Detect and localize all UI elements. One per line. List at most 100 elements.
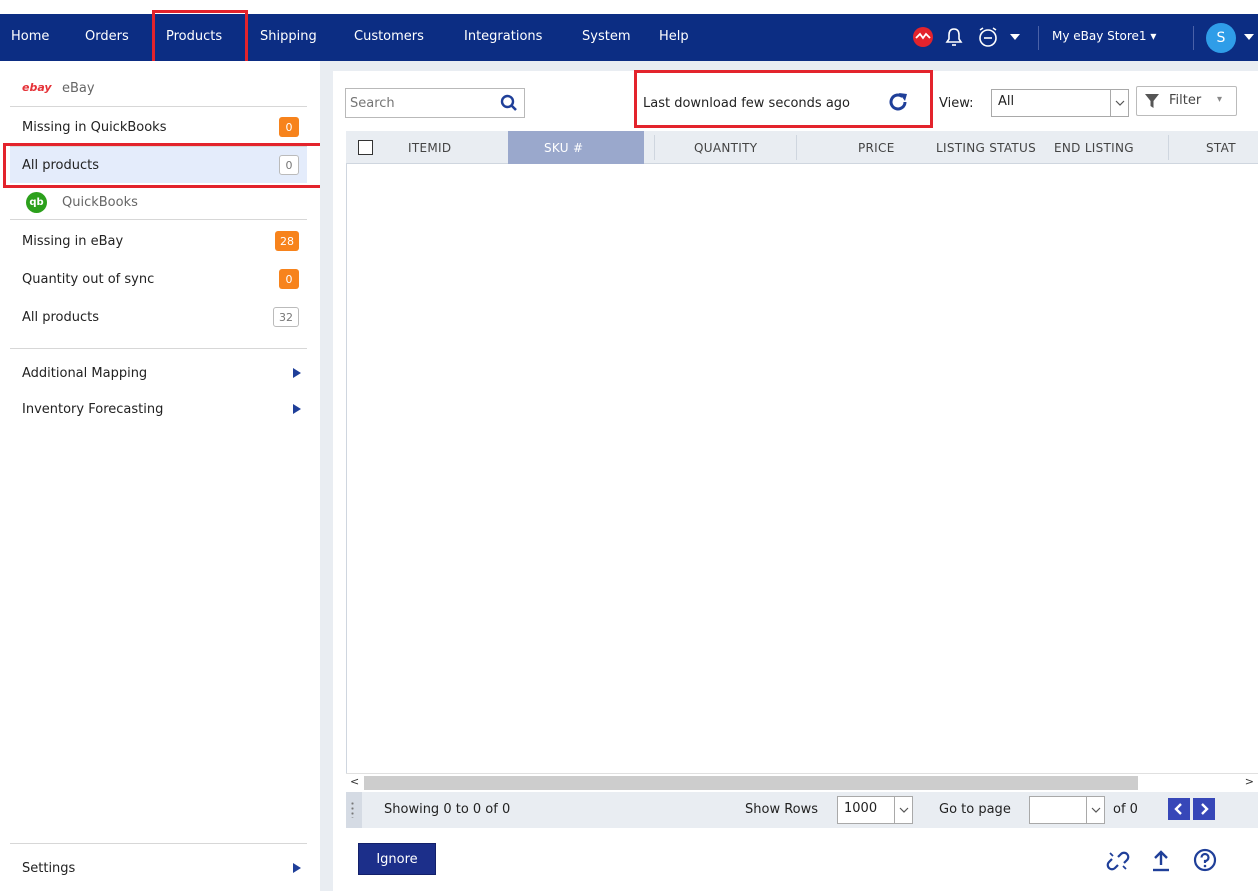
col-divider <box>654 135 655 160</box>
sidebar-item-label: Settings <box>22 860 76 876</box>
nav-help[interactable]: Help <box>659 29 689 44</box>
sidebar-item-qb-all-products[interactable]: All products 32 <box>10 299 307 335</box>
expand-arrow-icon <box>293 404 301 414</box>
sidebar-item-label: All products <box>22 157 100 173</box>
sidebar-item-label: Additional Mapping <box>22 365 148 381</box>
unlink-icon[interactable] <box>1106 849 1130 877</box>
col-sku[interactable]: SKU # <box>508 131 644 164</box>
upload-icon[interactable] <box>1150 849 1172 877</box>
page-count: of 0 <box>1113 802 1138 817</box>
goto-page-label: Go to page <box>939 802 1011 817</box>
scroll-right-icon[interactable]: > <box>1245 775 1254 788</box>
ebay-section-title: eBay <box>62 81 95 96</box>
filter-chevron-icon: ▾ <box>1217 94 1223 105</box>
horizontal-scrollbar[interactable]: < > <box>346 773 1258 791</box>
help-icon[interactable] <box>1193 848 1217 876</box>
ignore-button[interactable]: Ignore <box>358 843 436 875</box>
ebay-logo: ebay <box>22 81 52 94</box>
chevron-down-icon <box>1110 90 1128 116</box>
nav-products[interactable]: Products <box>166 29 222 44</box>
divider <box>10 106 307 107</box>
col-quantity[interactable]: QUANTITY <box>694 131 757 164</box>
grid-footer: Showing 0 to 0 of 0 Show Rows 1000 Go to… <box>346 792 1258 828</box>
col-itemid[interactable]: ITEMID <box>408 131 451 164</box>
scroll-left-icon[interactable]: < <box>350 775 359 788</box>
chevron-right-icon <box>1201 803 1209 815</box>
nav-orders[interactable]: Orders <box>85 29 129 44</box>
nav-divider-2 <box>1193 26 1194 50</box>
filter-label: Filter <box>1169 93 1202 108</box>
quickbooks-section-title: QuickBooks <box>62 195 138 210</box>
nav-shipping[interactable]: Shipping <box>260 29 317 44</box>
chevron-down-icon <box>1086 797 1104 823</box>
refresh-icon[interactable] <box>886 90 910 118</box>
store-label: My eBay Store1 <box>1052 29 1147 43</box>
sidebar-item-label: All products <box>22 309 100 325</box>
sidebar-item-label: Missing in eBay <box>22 233 124 249</box>
col-listing-status[interactable]: LISTING STATUS <box>936 131 1036 164</box>
alert-badge-icon[interactable] <box>912 26 934 48</box>
avatar[interactable]: S <box>1206 23 1236 53</box>
top-nav: Home Orders Products Shipping Customers … <box>0 14 1258 61</box>
sidebar-item-missing-in-ebay[interactable]: Missing in eBay 28 <box>10 223 307 259</box>
count-badge: 0 <box>279 155 299 175</box>
col-divider <box>1168 135 1169 160</box>
avatar-chevron-icon[interactable] <box>1243 32 1255 42</box>
prev-page-button[interactable] <box>1168 798 1190 820</box>
bell-icon[interactable] <box>944 26 964 48</box>
store-chevron-icon: ▾ <box>1150 29 1157 43</box>
search-input[interactable] <box>350 93 490 113</box>
sidebar-menu-additional-mapping[interactable]: Additional Mapping <box>10 355 307 391</box>
count-badge: 28 <box>275 231 299 251</box>
count-badge: 32 <box>273 307 299 327</box>
expand-arrow-icon <box>293 368 301 378</box>
sidebar-item-ebay-all-products[interactable]: All products 0 <box>10 147 307 183</box>
filter-icon <box>1145 94 1159 112</box>
col-price[interactable]: PRICE <box>858 131 895 164</box>
sidebar-menu-inventory-forecasting[interactable]: Inventory Forecasting <box>10 391 307 427</box>
sidebar: ebay eBay Missing in QuickBooks 0 All pr… <box>0 61 320 891</box>
quickbooks-logo-icon: qb <box>26 192 47 213</box>
search-box[interactable] <box>345 88 525 118</box>
nav-system[interactable]: System <box>582 29 630 44</box>
divider <box>10 219 307 220</box>
col-status[interactable]: STAT <box>1206 131 1236 164</box>
chevron-left-icon <box>1174 803 1182 815</box>
scrollbar-thumb[interactable] <box>364 776 1138 790</box>
nav-home[interactable]: Home <box>11 29 49 44</box>
sidebar-item-quantity-out-of-sync[interactable]: Quantity out of sync 0 <box>10 261 307 297</box>
footer-handle[interactable] <box>346 792 362 828</box>
sidebar-item-missing-in-quickbooks[interactable]: Missing in QuickBooks 0 <box>10 109 307 145</box>
goto-page-select[interactable] <box>1029 796 1105 824</box>
chevron-down-icon[interactable] <box>1009 32 1021 42</box>
show-rows-select[interactable]: 1000 <box>837 796 913 824</box>
count-badge: 0 <box>279 269 299 289</box>
divider <box>10 843 307 844</box>
last-download-text: Last download few seconds ago <box>643 96 850 111</box>
sidebar-menu-settings[interactable]: Settings <box>10 850 307 886</box>
filter-button[interactable]: Filter ▾ <box>1136 86 1237 116</box>
nav-divider <box>1038 26 1039 50</box>
grid-header: ITEMID SKU # QUANTITY PRICE LISTING STAT… <box>346 131 1258 164</box>
view-label: View: <box>939 96 974 111</box>
view-value: All <box>998 94 1015 109</box>
grid-body <box>346 164 1258 773</box>
sidebar-item-label: Missing in QuickBooks <box>22 119 167 135</box>
col-end-listing[interactable]: END LISTING <box>1054 131 1134 164</box>
nav-customers[interactable]: Customers <box>354 29 424 44</box>
sidebar-item-label: Inventory Forecasting <box>22 401 164 417</box>
show-rows-value: 1000 <box>844 801 878 816</box>
showing-text: Showing 0 to 0 of 0 <box>384 802 511 817</box>
next-page-button[interactable] <box>1193 798 1215 820</box>
browser-topstrip <box>0 0 1258 14</box>
alarm-clock-icon[interactable] <box>977 25 999 49</box>
show-rows-label: Show Rows <box>745 802 819 817</box>
store-selector[interactable]: My eBay Store1 ▾ <box>1052 29 1156 43</box>
search-icon[interactable] <box>500 94 518 116</box>
expand-arrow-icon <box>293 863 301 873</box>
view-select[interactable]: All <box>991 89 1129 117</box>
nav-integrations[interactable]: Integrations <box>464 29 542 44</box>
col-divider <box>796 135 797 160</box>
select-all-checkbox[interactable] <box>358 140 373 155</box>
drag-handle-icon <box>351 801 354 818</box>
